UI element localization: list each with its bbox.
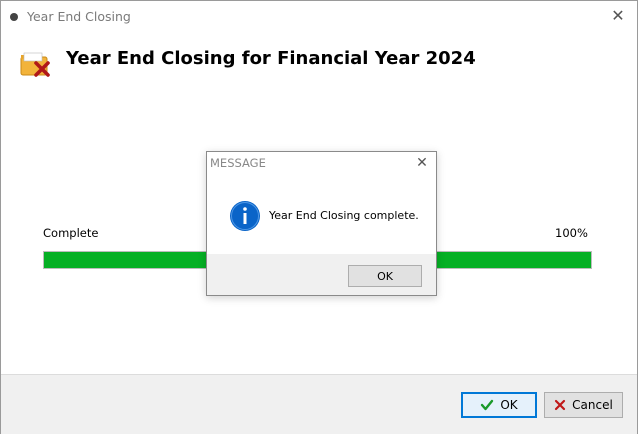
checkmark-icon: [481, 399, 494, 411]
progress-percent-label: 100%: [555, 226, 588, 240]
message-ok-button-label: OK: [377, 269, 393, 283]
app-icon: [10, 13, 18, 21]
info-icon: [230, 201, 260, 231]
progress-status-label: Complete: [43, 226, 99, 240]
ok-button-label: OK: [500, 398, 518, 412]
message-dialog-close-button[interactable]: ✕: [412, 153, 432, 173]
message-ok-button[interactable]: OK: [348, 265, 422, 287]
folder-close-icon: [20, 52, 50, 77]
x-icon: [555, 399, 566, 411]
page-title: Year End Closing for Financial Year 2024: [66, 48, 476, 69]
ok-button[interactable]: OK: [461, 392, 537, 418]
year-end-closing-window: Year End Closing ✕ Year End Closing for …: [0, 0, 638, 434]
cancel-button[interactable]: Cancel: [544, 392, 623, 418]
window-title: Year End Closing: [27, 9, 131, 24]
dialog-footer: [1, 374, 637, 434]
message-dialog-title: MESSAGE: [210, 156, 266, 170]
cancel-button-label: Cancel: [572, 398, 613, 412]
message-text: Year End Closing complete.: [269, 209, 419, 222]
window-close-button[interactable]: ✕: [607, 5, 629, 27]
message-dialog: MESSAGE ✕ Year End Closing complete. OK: [206, 151, 437, 296]
title-bar: Year End Closing ✕: [1, 1, 637, 33]
